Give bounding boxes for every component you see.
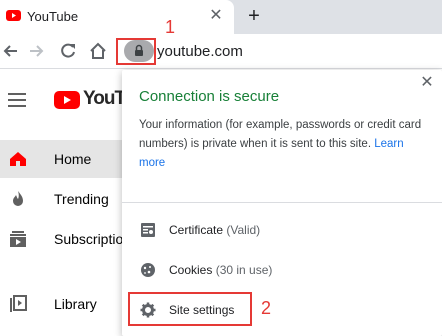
popup-divider	[122, 202, 442, 203]
flame-icon	[13, 191, 23, 206]
connection-description: Your information (for example, passwords…	[139, 116, 429, 173]
certificate-row[interactable]: Certificate (Valid)	[169, 223, 260, 237]
home-button-icon[interactable]	[88, 41, 108, 61]
annotation-box-site-settings	[128, 292, 252, 326]
youtube-favicon-icon	[6, 10, 21, 21]
certificate-icon	[141, 223, 155, 237]
home-icon	[10, 152, 26, 166]
cookies-label: Cookies	[169, 263, 213, 277]
library-icon	[10, 295, 27, 312]
new-tab-button[interactable]: +	[244, 6, 264, 26]
connection-secure-title: Connection is secure	[139, 88, 280, 105]
cookie-icon	[141, 263, 155, 277]
annotation-number-1: 1	[165, 17, 176, 37]
back-arrow-icon[interactable]	[1, 41, 21, 61]
reload-icon[interactable]	[58, 41, 78, 61]
nav-label-library[interactable]: Library	[54, 296, 97, 312]
annotation-number-2: 2	[261, 298, 272, 318]
annotation-box-lock	[116, 38, 156, 65]
certificate-status: (Valid)	[226, 223, 261, 237]
site-info-popup: ✕ Connection is secure Your information …	[122, 70, 442, 336]
tab-title: YouTube	[27, 9, 79, 24]
certificate-label: Certificate	[169, 223, 224, 237]
cookies-count: (30 in use)	[215, 263, 273, 277]
tab-strip: YouTube ✕ +	[0, 0, 442, 34]
youtube-logo-icon[interactable]	[54, 91, 80, 109]
close-icon[interactable]: ✕	[418, 74, 436, 92]
address-bar-url[interactable]: youtube.com	[157, 43, 243, 60]
subscriptions-icon	[10, 231, 26, 247]
hamburger-menu-icon[interactable]	[8, 93, 26, 107]
forward-arrow-icon[interactable]	[26, 41, 46, 61]
nav-label-home: Home	[54, 151, 92, 167]
tab-youtube[interactable]: YouTube ✕	[0, 0, 234, 34]
nav-label-trending[interactable]: Trending	[54, 191, 109, 207]
cookies-row[interactable]: Cookies (30 in use)	[169, 263, 272, 277]
tab-close-icon[interactable]: ✕	[206, 6, 226, 26]
